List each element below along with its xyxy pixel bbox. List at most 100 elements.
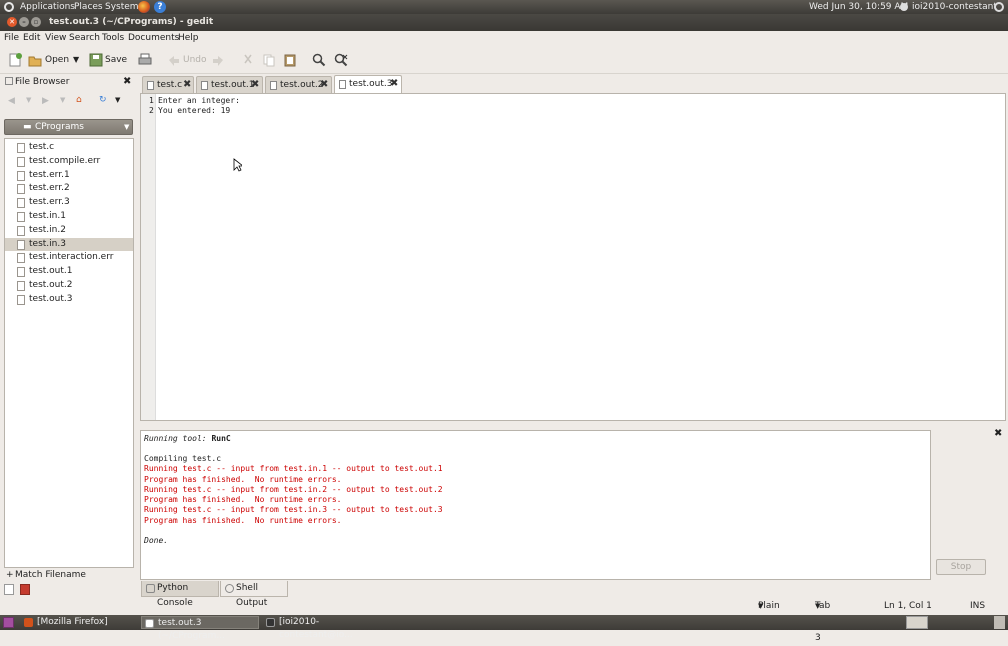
tab-test-out-3[interactable]: test.out.3 ✖ — [334, 75, 402, 94]
help-icon[interactable]: ? — [154, 1, 166, 13]
list-item[interactable]: test.in.1 — [5, 210, 133, 223]
trash-icon[interactable] — [994, 616, 1005, 629]
power-icon[interactable] — [994, 2, 1004, 12]
menu-places[interactable]: Places — [74, 0, 103, 14]
menu-tools[interactable]: Tools — [102, 31, 124, 46]
tab-shell-output[interactable]: Shell Output — [220, 581, 288, 608]
stop-button[interactable]: Stop — [936, 559, 986, 575]
list-item[interactable]: test.out.3 — [5, 293, 133, 306]
list-item[interactable]: test.out.1 — [5, 265, 133, 278]
paste-icon[interactable] — [283, 53, 297, 67]
list-item[interactable]: test.err.2 — [5, 182, 133, 195]
bottom-taskbar: [Mozilla Firefox] test.out.3 (~/CProgram… — [0, 615, 1008, 641]
refresh-chevron-down-icon[interactable]: ▼ — [115, 96, 120, 104]
bottom-panel: Running tool: RunC Compiling test.c Runn… — [140, 428, 1008, 608]
window-maximize-button[interactable]: ▫ — [31, 17, 41, 27]
show-desktop-icon[interactable] — [3, 617, 14, 628]
open-folder-icon[interactable] — [28, 53, 42, 67]
list-item[interactable]: test.in.2 — [5, 224, 133, 237]
list-item[interactable]: test.interaction.err — [5, 251, 133, 264]
side-pane-tab-files-icon[interactable] — [4, 584, 14, 595]
window-minimize-button[interactable]: – — [19, 17, 29, 27]
search-replace-icon[interactable] — [334, 53, 348, 67]
side-pane-tab-documents-icon[interactable] — [20, 584, 30, 595]
list-item[interactable]: test.err.3 — [5, 196, 133, 209]
tab-close-icon[interactable]: ✖ — [251, 77, 259, 93]
location-combo[interactable]: ▬ CPrograms ▼ — [4, 119, 133, 135]
window-titlebar[interactable]: ✕ – ▫ test.out.3 (~/CPrograms) - gedit — [0, 14, 1008, 31]
open-dropdown-chevron-down-icon[interactable]: ▼ — [73, 52, 79, 68]
tab-label: test.out.2 — [280, 80, 324, 90]
task-terminal[interactable]: [ioi2010-contestant@io... — [263, 616, 383, 640]
up-folder-icon[interactable]: ⌂ — [76, 95, 82, 105]
refresh-icon[interactable]: ↻ — [99, 95, 107, 105]
task-gedit[interactable]: test.out.3 (~/CProgram... — [141, 616, 259, 641]
window-close-button[interactable]: ✕ — [7, 17, 17, 27]
menu-file[interactable]: File — [4, 31, 19, 46]
terminal-task-icon — [266, 618, 275, 627]
editor-line[interactable]: You entered: 19 — [158, 106, 230, 115]
forward-arrow-icon[interactable]: ▶ — [42, 96, 49, 106]
tab-test-out-1[interactable]: test.out.1 ✖ — [196, 76, 263, 94]
save-icon[interactable] — [89, 53, 103, 67]
menu-edit[interactable]: Edit — [23, 31, 40, 46]
list-item[interactable]: test.c — [5, 141, 133, 154]
list-item-selected[interactable]: test.in.3 — [5, 238, 133, 251]
open-button[interactable]: Open — [45, 52, 69, 68]
line-number: 2 — [149, 106, 154, 115]
tab-close-icon[interactable]: ✖ — [390, 76, 398, 92]
user-menu[interactable]: ioi2010-contestant — [912, 0, 997, 14]
undo-button[interactable]: Undo — [183, 52, 207, 68]
file-name: test.err.3 — [29, 197, 70, 207]
workspace-switcher[interactable] — [906, 616, 928, 629]
redo-icon[interactable] — [211, 53, 225, 67]
menu-help[interactable]: Help — [178, 31, 199, 46]
text-editor[interactable]: 1 2 Enter an integer: You entered: 19 — [140, 93, 1006, 421]
back-chevron-down-icon[interactable]: ▼ — [26, 96, 31, 104]
ubuntu-logo-icon[interactable] — [4, 2, 14, 12]
document-icon — [147, 81, 154, 90]
tab-label: test.c — [157, 80, 183, 90]
bottom-panel-close-icon[interactable]: ✖ — [994, 428, 1002, 439]
print-icon[interactable] — [138, 53, 152, 67]
tab-python-console[interactable]: Python Console — [141, 581, 219, 608]
new-document-icon[interactable] — [8, 53, 22, 67]
search-icon[interactable] — [312, 53, 326, 67]
tab-close-icon[interactable]: ✖ — [183, 77, 191, 93]
running-tool-name: RunC — [211, 434, 231, 443]
menu-search[interactable]: Search — [69, 31, 100, 46]
tab-close-icon[interactable]: ✖ — [320, 77, 328, 93]
match-filename-expander[interactable]: + Match Filename — [4, 568, 134, 582]
undo-icon[interactable] — [167, 53, 181, 67]
file-name: test.out.1 — [29, 266, 73, 276]
file-name: test.interaction.err — [29, 252, 114, 262]
location-chevron-down-icon[interactable]: ▼ — [124, 120, 129, 134]
file-name: test.out.3 — [29, 294, 73, 304]
firefox-icon[interactable] — [138, 1, 150, 13]
language-chevron-down-icon: ▼ — [758, 602, 764, 610]
cut-icon[interactable] — [241, 53, 255, 67]
forward-chevron-down-icon[interactable]: ▼ — [60, 96, 65, 104]
back-arrow-icon[interactable]: ◀ — [8, 96, 15, 106]
copy-icon[interactable] — [262, 53, 276, 67]
list-item[interactable]: test.err.1 — [5, 169, 133, 182]
list-item[interactable]: test.compile.err — [5, 155, 133, 168]
expander-plus-icon[interactable]: + — [6, 568, 14, 582]
toolbar: Open ▼ Save Undo — [0, 46, 1008, 74]
task-firefox[interactable]: [Mozilla Firefox] — [21, 616, 136, 629]
menu-documents[interactable]: Documents — [128, 31, 179, 46]
shell-output-view[interactable]: Running tool: RunC Compiling test.c Runn… — [140, 430, 931, 580]
menu-system[interactable]: System — [105, 0, 139, 14]
list-item[interactable]: test.out.2 — [5, 279, 133, 292]
file-list: test.c test.compile.err test.err.1 test.… — [4, 138, 134, 568]
file-name: test.in.2 — [29, 225, 66, 235]
menu-applications[interactable]: Applications — [20, 0, 75, 14]
file-browser-close-icon[interactable]: ✖ — [123, 76, 131, 87]
tab-test-out-2[interactable]: test.out.2 ✖ — [265, 76, 332, 94]
insert-mode: INS — [970, 601, 986, 611]
save-button[interactable]: Save — [105, 52, 127, 68]
menu-view[interactable]: View — [45, 31, 66, 46]
tab-test-c[interactable]: test.c ✖ — [142, 76, 194, 94]
editor-line[interactable]: Enter an integer: — [158, 96, 240, 105]
clock[interactable]: Wed Jun 30, 10:59 AM — [809, 0, 908, 14]
